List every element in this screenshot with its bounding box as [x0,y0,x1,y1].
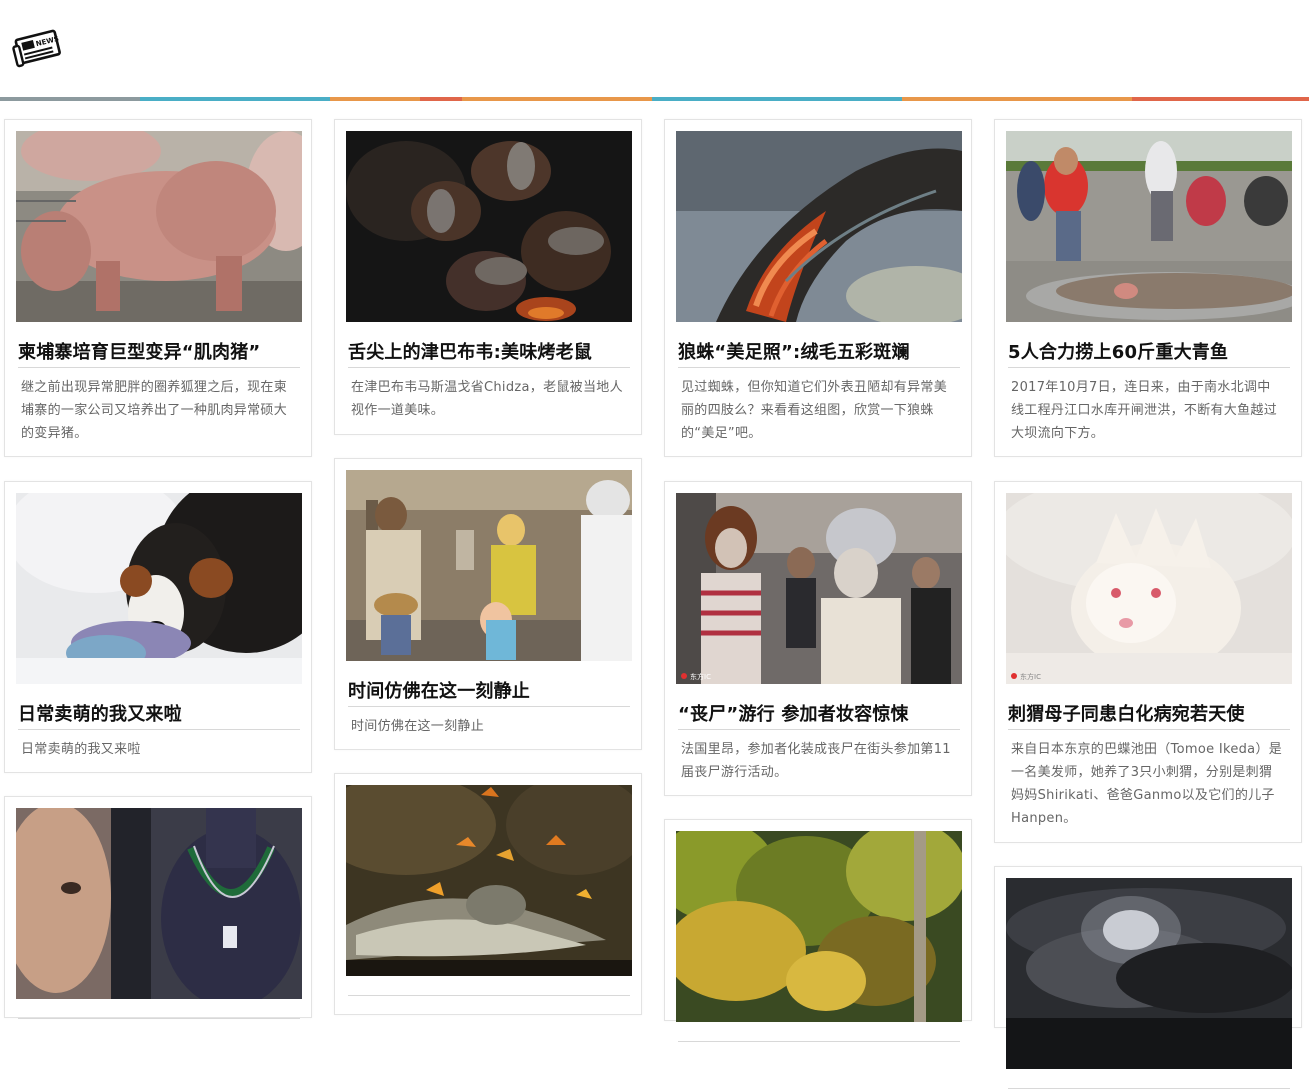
card-title[interactable]: 刺猬母子同患白化病宛若天使 [1008,700,1290,730]
watermark-label: 东方IC [690,672,711,681]
card-image-tarantula-legs[interactable] [676,131,962,322]
card-image-zombie-walk[interactable]: 东方IC [676,493,962,684]
watermark-label: 东方IC [1020,672,1041,681]
card-image-muscle-pig[interactable] [16,131,302,322]
card-title[interactable]: 时间仿佛在这一刻静止 [348,677,630,707]
card-image-dog-in-snow[interactable] [16,493,302,684]
card-title[interactable] [1008,1085,1290,1089]
card-image-reenactment-crowd[interactable] [346,470,632,661]
card-title[interactable]: 柬埔寨培育巨型变异“肌肉猪” [18,338,300,368]
card-description: 在津巴布韦马斯温戈省Chidza，老鼠被当地人视作一道美味。 [351,380,623,418]
card-image-albino-hedgehog[interactable]: 东方IC [1006,493,1292,684]
card-image-forest[interactable] [676,831,962,1022]
site-header: NEWS [0,0,1309,101]
card-title[interactable]: 舌尖上的津巴布韦:美味烤老鼠 [348,338,630,368]
card-description: 法国里昂，参加者化装成丧尸在街头参加第11届丧尸游行活动。 [681,742,951,780]
card-title[interactable]: 5人合力捞上60斤重大青鱼 [1008,338,1290,368]
news-card[interactable]: 舌尖上的津巴布韦:美味烤老鼠 在津巴布韦马斯温戈省Chidza，老鼠被当地人视作… [334,119,642,435]
news-card[interactable]: 时间仿佛在这一刻静止 时间仿佛在这一刻静止 [334,458,642,750]
news-card[interactable] [4,796,312,1019]
news-card[interactable]: 东方IC 刺猬母子同患白化病宛若天使 来自日本东京的巴蝶池田（Tomoe Ike… [994,481,1302,843]
card-title[interactable] [348,992,630,996]
news-card[interactable]: 日常卖萌的我又来啦 日常卖萌的我又来啦 [4,481,312,773]
card-description: 时间仿佛在这一刻静止 [351,719,485,734]
news-card[interactable] [664,819,972,1042]
card-title[interactable]: 狼蛛“美足照”:绒毛五彩斑斓 [678,338,960,368]
news-card[interactable]: 东方IC “丧尸”游行 参加者妆容惊悚 法国里昂，参加者化装成丧尸在街头参加第1… [664,481,972,796]
card-description: 日常卖萌的我又来啦 [21,742,141,757]
header-color-stripe [0,97,1309,101]
card-image-big-fish[interactable] [1006,131,1292,322]
card-image-necklace[interactable] [16,808,302,999]
news-card[interactable]: 狼蛛“美足照”:绒毛五彩斑斓 见过蜘蛛，但你知道它们外表丑陋却有异常美丽的四肢么… [664,119,972,457]
card-description: 来自日本东京的巴蝶池田（Tomoe Ikeda）是一名美发师，她养了3只小刺猬，… [1011,742,1283,826]
card-image-night-sky-moon[interactable] [1006,878,1292,1069]
card-title[interactable]: “丧尸”游行 参加者妆容惊悚 [678,700,960,730]
news-card[interactable] [334,773,642,1015]
card-image-butterflies-caiman[interactable] [346,785,632,976]
card-description: 2017年10月7日，连日来，由于南水北调中线工程丹江口水库开闸泄洪，不断有大鱼… [1011,380,1278,441]
news-card[interactable]: 5人合力捞上60斤重大青鱼 2017年10月7日，连日来，由于南水北调中线工程丹… [994,119,1302,457]
card-title[interactable] [18,1015,300,1019]
news-card[interactable] [994,866,1302,1089]
card-title[interactable]: 日常卖萌的我又来啦 [18,700,300,730]
news-card[interactable]: 柬埔寨培育巨型变异“肌肉猪” 继之前出现异常肥胖的圈养狐狸之后，现在柬埔寨的一家… [4,119,312,457]
card-title[interactable] [678,1038,960,1042]
card-description: 见过蜘蛛，但你知道它们外表丑陋却有异常美丽的四肢么？来看看这组图，欣赏一下狼蛛的… [681,380,948,441]
news-logo-icon[interactable]: NEWS [12,27,64,69]
card-image-roast-rats[interactable] [346,131,632,322]
card-description: 继之前出现异常肥胖的圈养狐狸之后，现在柬埔寨的一家公司又培养出了一种肌肉异常硕大… [21,380,288,441]
